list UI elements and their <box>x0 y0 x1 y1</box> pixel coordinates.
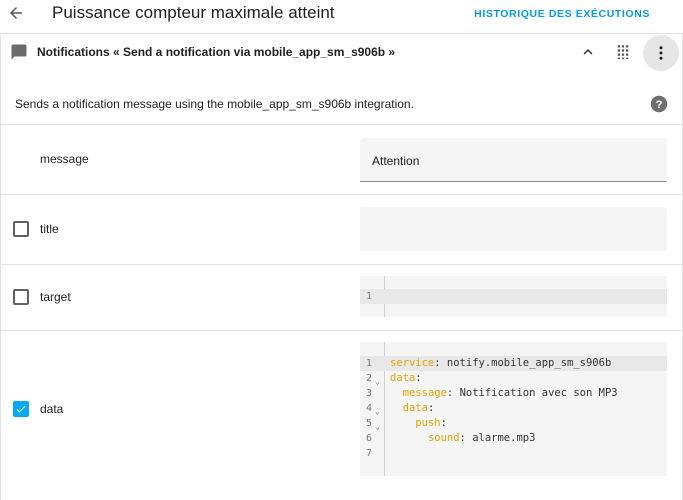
check-icon <box>16 405 26 413</box>
grid-icon[interactable] <box>614 43 632 61</box>
yaml-key: push <box>415 417 441 429</box>
title-field[interactable] <box>360 207 667 251</box>
more-options-button[interactable] <box>643 35 679 71</box>
target-code-editor[interactable]: 1 <box>360 276 667 317</box>
yaml-key: data <box>390 372 416 384</box>
code-line: 2 ⌄ data: <box>360 371 667 386</box>
action-card: Notifications « Send a notification via … <box>0 33 683 500</box>
yaml-key: message <box>402 387 447 399</box>
yaml-key: sound <box>427 432 460 444</box>
code-line: 5 ⌄ push: <box>360 416 667 431</box>
arrow-left-icon <box>10 7 22 19</box>
history-button[interactable]: HISTORIQUE DES EXÉCUTIONS <box>474 8 650 20</box>
yaml-key: data <box>402 402 428 414</box>
page-title: Puissance compteur maximale atteint <box>52 3 335 22</box>
message-field[interactable]: Attention <box>360 138 667 182</box>
message-value: Attention <box>372 154 420 168</box>
line-number: 1 <box>366 358 373 369</box>
svg-text:?: ? <box>656 99 663 111</box>
target-label: target <box>40 290 71 304</box>
top-bar: Puissance compteur maximale atteint HIST… <box>0 0 683 30</box>
dots-vertical-icon <box>659 46 663 60</box>
divider <box>0 264 683 265</box>
line-number: 3 <box>366 388 373 399</box>
data-checkbox[interactable] <box>13 401 29 417</box>
card-description: Sends a notification message using the m… <box>15 97 414 111</box>
code-line: 4 ⌄ data: <box>360 401 667 416</box>
code-line: 6 sound: alarme.mp3 <box>366 432 536 444</box>
back-button[interactable] <box>5 2 27 24</box>
line-number: 7 <box>366 448 373 459</box>
line-number: 1 <box>366 291 373 302</box>
yaml-value: Notification avec son MP3 <box>453 387 618 399</box>
code-line: 7 <box>360 446 667 461</box>
yaml-value: notify.mobile_app_sm_s906b <box>440 357 612 369</box>
card-header[interactable]: Notifications « Send a notification via … <box>0 34 683 71</box>
line-number: 6 <box>366 433 373 444</box>
data-label: data <box>40 402 64 416</box>
divider <box>0 124 683 125</box>
divider <box>0 194 683 195</box>
title-label: title <box>40 222 59 236</box>
data-code-editor[interactable]: 1 service: notify.mobile_app_sm_s906b 2 … <box>360 342 667 476</box>
yaml-key: service <box>390 357 435 369</box>
code-line: 1 <box>360 289 667 304</box>
chevron-up-icon[interactable] <box>579 43 597 61</box>
message-label: message <box>40 152 89 166</box>
divider <box>0 330 683 331</box>
message-icon <box>11 44 27 60</box>
help-circle-icon[interactable]: ? <box>650 95 668 113</box>
yaml-value: alarme.mp3 <box>465 432 536 444</box>
title-checkbox[interactable] <box>13 221 29 237</box>
code-line: 1 service: notify.mobile_app_sm_s906b <box>360 356 667 371</box>
card-title: Notifications « Send a notification via … <box>37 45 396 59</box>
code-line: 3 message: Notification avec son MP3 <box>366 387 618 399</box>
target-checkbox[interactable] <box>13 289 29 305</box>
